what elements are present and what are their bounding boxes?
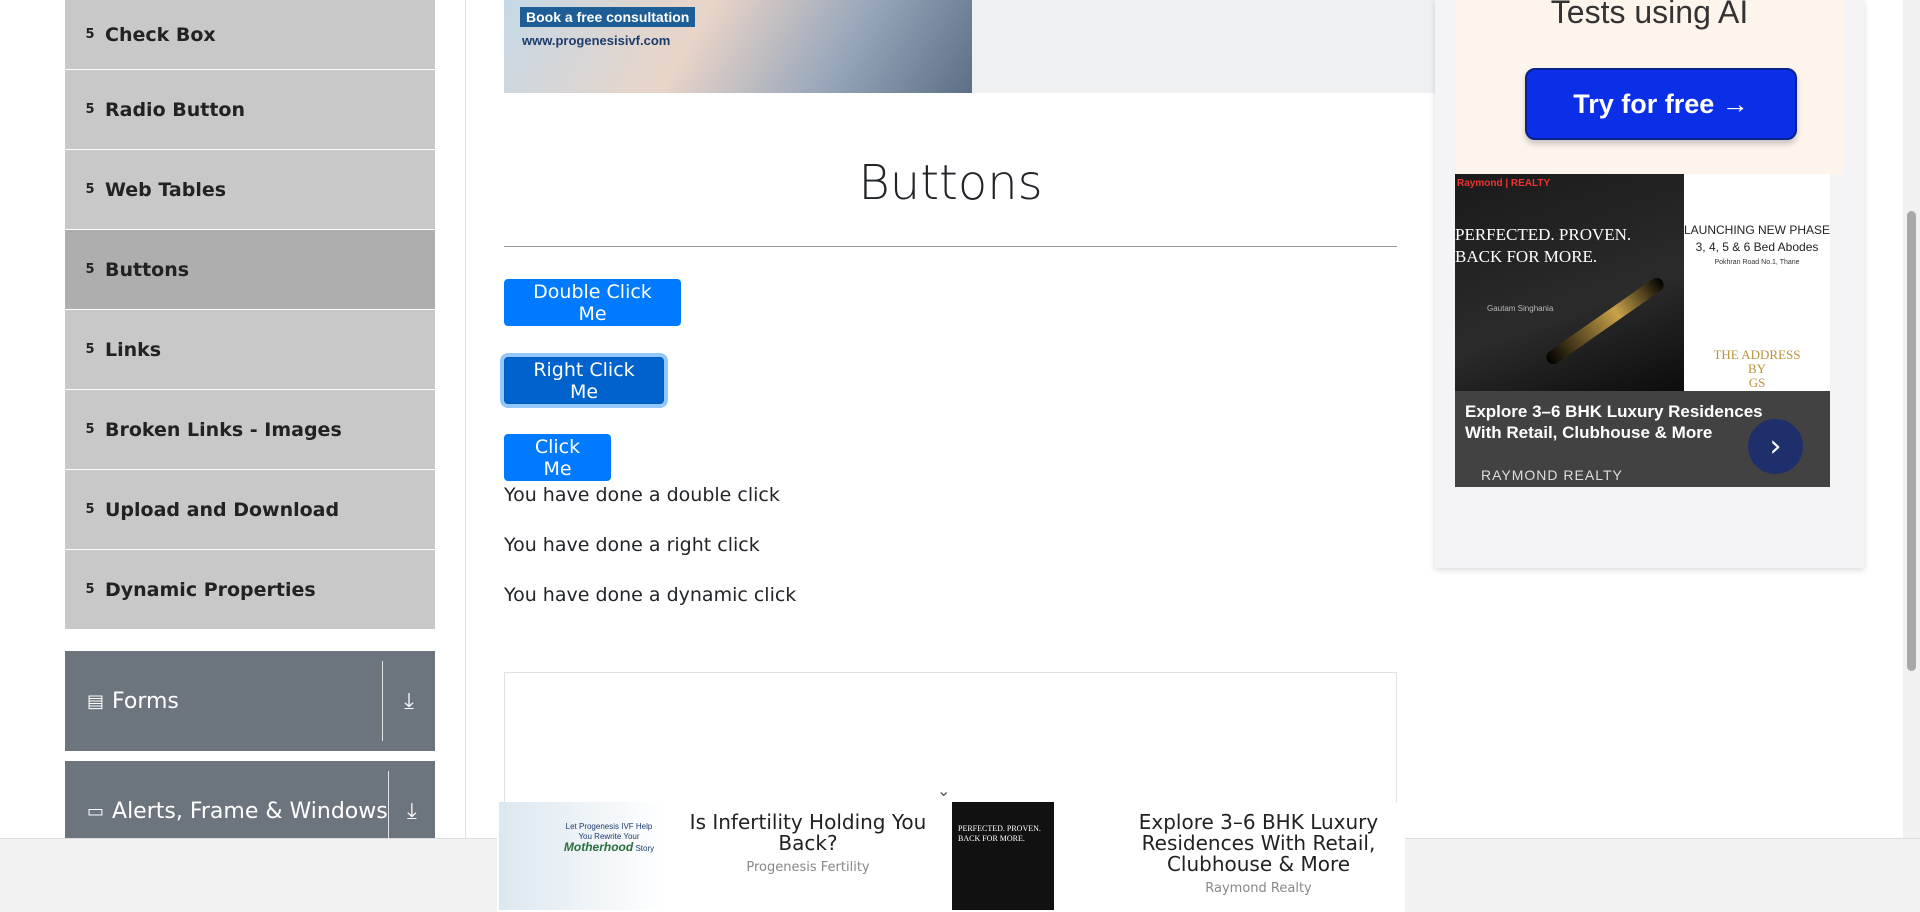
ad-thumbnail: PERFECTED. PROVEN. BACK FOR MORE. [952,802,1112,910]
ad-caption: Explore 3–6 BHK Luxury Residences With R… [1455,391,1830,487]
launch-text: LAUNCHING NEW PHASE 3, 4, 5 & 6 Bed Abod… [1684,223,1830,254]
chevron-right-icon[interactable]: › [1748,419,1803,474]
sidebar-item-broken-links[interactable]: 5 Broken Links - Images [65,390,435,470]
sidebar-menu: 5 Check Box 5 Radio Button 5 Web Tables … [65,0,435,630]
pen-image: Raymond | REALTY PERFECTED. PROVEN. BACK… [1455,174,1684,391]
form-icon: ▤ [87,690,105,712]
ad-headline: Explore 3–6 BHK Luxury Residences With R… [1465,402,1763,442]
ad-heading: Tests using AI [1550,0,1749,30]
html5-icon: 5 [85,582,95,597]
bottom-sticky-ad[interactable]: ⌄ Let Progenesis IVF Help You Rewrite Yo… [497,781,1405,912]
launch-panel: LAUNCHING NEW PHASE 3, 4, 5 & 6 Bed Abod… [1684,174,1830,391]
group-header-forms[interactable]: ▤ Forms ⤓ [65,651,435,751]
try-for-free-button[interactable]: Try for free → [1525,68,1797,140]
html5-icon: 5 [85,102,95,117]
ad-thumbnail: Let Progenesis IVF Help You Rewrite Your… [499,802,663,910]
html5-icon: 5 [85,422,95,437]
ad-card-source: Progenesis Fertility [746,860,870,875]
thumb-text: Let Progenesis IVF Help You Rewrite Your… [559,822,659,854]
thumb-caption: Let Progenesis IVF Help You Rewrite Your [565,822,653,841]
thumb-caption: PERFECTED. PROVEN. BACK FOR MORE. [958,824,1041,843]
sidebar-item-dynamic-properties[interactable]: 5 Dynamic Properties [65,550,435,630]
location-text: Pokhran Road No.1, Thane [1714,259,1800,266]
right-click-button[interactable]: Right Click Me [504,357,664,404]
sidebar-item-buttons[interactable]: 5 Buttons [65,230,435,310]
realty-ad-creative[interactable]: Raymond | REALTY PERFECTED. PROVEN. BACK… [1455,174,1830,487]
download-arrow-icon[interactable]: ⤓ [389,799,435,824]
divider [382,661,383,741]
html5-icon: 5 [85,182,95,197]
ad-card-text: Is Infertility Holding You Back? Progene… [663,802,953,912]
sidebar-item-radio-button[interactable]: 5 Radio Button [65,70,435,150]
sidebar-item-web-tables[interactable]: 5 Web Tables [65,150,435,230]
sidebar-item-upload-download[interactable]: 5 Upload and Download [65,470,435,550]
right-click-message: You have done a right click [504,534,760,556]
sidebar-item-label: Radio Button [105,98,245,121]
top-banner-ad[interactable]: Book a free consultation www.progenesisi… [504,0,1436,93]
group-header-label: Forms [112,688,179,714]
html5-icon: 5 [85,27,95,42]
banner-url: www.progenesisivf.com [522,33,671,48]
sidebar-item-label: Broken Links - Images [105,418,342,441]
ad-company: RAYMOND REALTY [1481,467,1623,483]
thumb-panel [1054,802,1112,910]
page-scrollbar[interactable] [1903,0,1920,840]
sidebar-item-label: Web Tables [105,178,227,201]
ad-card-source: Raymond Realty [1205,881,1312,896]
thumb-tail: Story [635,844,655,853]
ad-card-progenesis[interactable]: Let Progenesis IVF Help You Rewrite Your… [499,802,953,912]
right-sidebar-ad[interactable]: Tests using AI Try for free → Raymond | … [1435,0,1864,568]
thumb-emphasis: Motherhood [563,840,634,854]
dynamic-click-button[interactable]: Click Me [504,434,611,481]
html5-icon: 5 [85,502,95,517]
address-logo: THE ADDRESS BY GS [1713,347,1801,390]
ad-card-title: Explore 3–6 BHK Luxury Residences With R… [1138,810,1379,876]
page-title: Buttons [858,155,1043,211]
double-click-message: You have done a double click [504,484,780,506]
html5-icon: 5 [85,262,95,277]
sidebar-item-links[interactable]: 5 Links [65,310,435,390]
ai-test-ad: Tests using AI Try for free → [1455,0,1844,175]
html5-icon: 5 [85,342,95,357]
double-click-button[interactable]: Double Click Me [504,279,681,326]
sidebar-item-label: Check Box [105,23,216,46]
banner-image: Book a free consultation www.progenesisi… [504,0,972,93]
sidebar-item-label: Buttons [105,258,190,281]
title-divider [504,246,1397,247]
brand-logo: Raymond | REALTY [1457,178,1551,189]
pen-shape [1543,275,1667,367]
sidebar-item-label: Upload and Download [105,498,340,521]
sidebar-item-label: Links [105,338,162,361]
banner-cta: Book a free consultation [520,7,696,27]
ad-card-raymond[interactable]: PERFECTED. PROVEN. BACK FOR MORE. Explor… [952,802,1405,912]
signature-name: Gautam Singhania [1487,304,1554,313]
ad-card-text: Explore 3–6 BHK Luxury Residences With R… [1112,802,1405,912]
sidebar-item-label: Dynamic Properties [105,578,316,601]
ad-tagline: PERFECTED. PROVEN. BACK FOR MORE. [1455,225,1632,266]
scroll-thumb[interactable] [1907,211,1916,671]
download-arrow-icon[interactable]: ⤓ [383,689,435,714]
dynamic-click-message: You have done a dynamic click [504,584,797,606]
ad-card-title: Is Infertility Holding You Back? [689,810,927,855]
chevron-down-icon[interactable]: ⌄ [937,781,950,800]
group-header-label: Alerts, Frame & Windows [112,798,388,824]
sidebar-item-check-box[interactable]: 5 Check Box [65,0,435,70]
window-icon: ▭ [87,800,105,822]
